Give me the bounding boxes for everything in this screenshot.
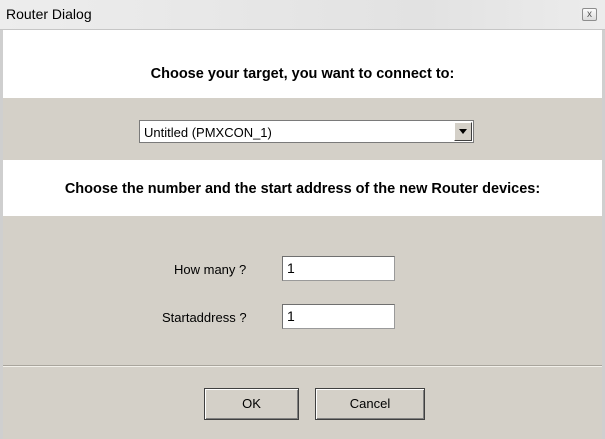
router-heading-band: Choose the number and the start address … — [3, 160, 602, 216]
router-heading: Choose the number and the start address … — [64, 181, 541, 197]
startaddress-input[interactable]: 1 — [282, 304, 395, 329]
title-bar[interactable]: Router Dialog x — [0, 0, 605, 30]
window-title: Router Dialog — [6, 6, 92, 22]
target-heading-band: Choose your target, you want to connect … — [3, 30, 602, 98]
ok-button[interactable]: OK — [204, 388, 299, 420]
dropdown-button[interactable] — [454, 122, 472, 141]
cancel-button[interactable]: Cancel — [315, 388, 425, 420]
how-many-label: How many ? — [174, 262, 247, 277]
close-icon[interactable]: x — [582, 8, 597, 21]
chevron-down-icon — [459, 129, 467, 134]
target-select-value: Untitled (PMXCON_1) — [144, 125, 272, 140]
startaddress-label: Startaddress ? — [162, 310, 247, 325]
target-heading: Choose your target, you want to connect … — [150, 66, 455, 82]
how-many-input[interactable]: 1 — [282, 256, 395, 281]
separator — [3, 365, 602, 367]
target-select[interactable]: Untitled (PMXCON_1) — [139, 120, 474, 143]
